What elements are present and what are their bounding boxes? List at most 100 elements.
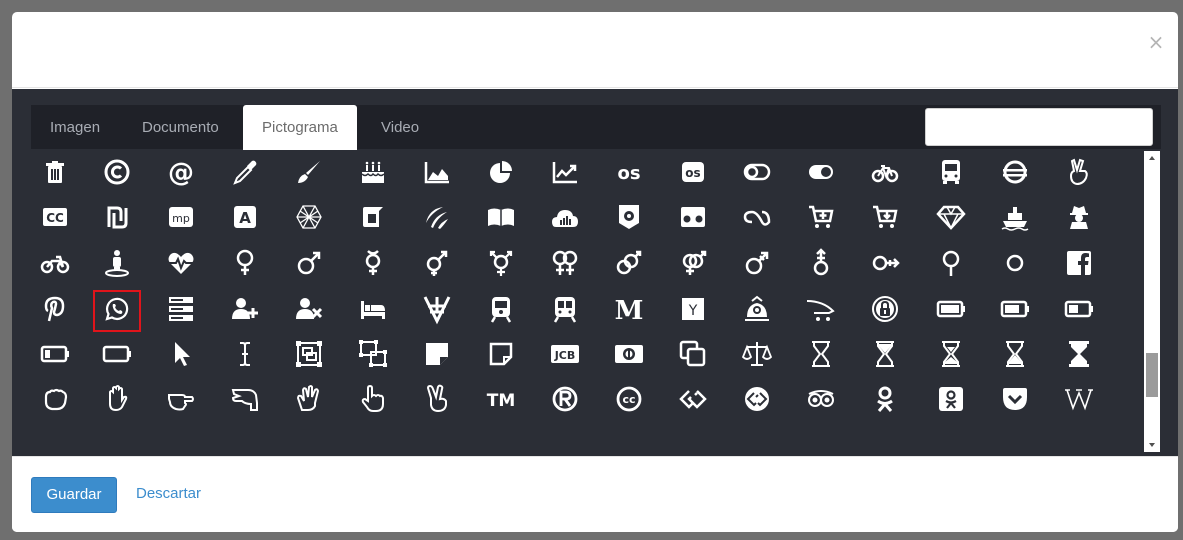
icon-option-pinterest-p[interactable] bbox=[29, 288, 81, 334]
icon-option-i-cursor[interactable] bbox=[219, 333, 271, 379]
icon-option-bed[interactable] bbox=[347, 288, 399, 334]
icon-option-medium[interactable]: M bbox=[603, 288, 655, 334]
icon-option-clone[interactable] bbox=[667, 333, 719, 379]
icon-option-meanpath[interactable]: mp bbox=[155, 196, 207, 242]
tab-documento[interactable]: Documento bbox=[123, 105, 238, 149]
icon-option-viacoin[interactable] bbox=[411, 288, 463, 334]
icon-option-opencart[interactable] bbox=[795, 288, 847, 334]
icon-option-gg-circle[interactable] bbox=[731, 378, 783, 424]
icon-option-forumbee[interactable] bbox=[411, 196, 463, 242]
icon-option-y-combinator[interactable]: Y bbox=[667, 288, 719, 334]
icon-option-subway[interactable] bbox=[539, 288, 591, 334]
icon-option-hand-paper[interactable] bbox=[91, 378, 143, 424]
icon-option-mars-stroke-v[interactable] bbox=[795, 242, 847, 288]
icon-grid-scrollbar[interactable] bbox=[1144, 151, 1160, 452]
icon-option-battery-full[interactable] bbox=[925, 288, 977, 334]
icon-option-hourglass-o[interactable] bbox=[795, 333, 847, 379]
icon-option-pie-chart[interactable] bbox=[475, 151, 527, 197]
icon-option-expeditedssl[interactable] bbox=[859, 288, 911, 334]
icon-option-whatsapp[interactable] bbox=[91, 288, 143, 334]
icon-option-dashcube[interactable] bbox=[347, 196, 399, 242]
icon-option-hourglass[interactable] bbox=[1053, 333, 1105, 379]
icon-option-lastfm-square[interactable]: os bbox=[667, 151, 719, 197]
icon-option-mars-stroke-h[interactable] bbox=[859, 242, 911, 288]
icon-option-ioxhost[interactable] bbox=[989, 151, 1041, 197]
icon-option-eyedropper[interactable] bbox=[219, 151, 271, 197]
icon-option-hand-scissors[interactable] bbox=[155, 378, 207, 424]
icon-option-object-ungroup[interactable] bbox=[347, 333, 399, 379]
tab-pictograma[interactable]: Pictograma bbox=[243, 105, 357, 150]
icon-option-simplybuilt[interactable] bbox=[667, 196, 719, 242]
icon-option-leanpub[interactable] bbox=[475, 196, 527, 242]
icon-option-object-group[interactable] bbox=[283, 333, 335, 379]
icon-option-venus-mars[interactable] bbox=[667, 242, 719, 288]
icon-option-hand-spock[interactable] bbox=[283, 378, 335, 424]
icon-option-bus[interactable] bbox=[925, 151, 977, 197]
icon-option-odnoklassniki-square[interactable] bbox=[925, 378, 977, 424]
icon-option-neuter[interactable] bbox=[925, 242, 977, 288]
icon-option-trash[interactable] bbox=[29, 151, 81, 197]
icon-option-cart-plus[interactable] bbox=[795, 196, 847, 242]
icon-option-sellsy[interactable] bbox=[539, 196, 591, 242]
icon-option-skyatlas[interactable] bbox=[731, 196, 783, 242]
icon-option-get-pocket[interactable] bbox=[989, 378, 1041, 424]
icon-option-venus-double[interactable] bbox=[539, 242, 591, 288]
icon-option-train[interactable] bbox=[475, 288, 527, 334]
icon-option-registered[interactable] bbox=[539, 378, 591, 424]
icon-option-odnoklassniki[interactable] bbox=[859, 378, 911, 424]
icon-option-cc[interactable]: CC bbox=[29, 196, 81, 242]
icon-option-heartbeat[interactable] bbox=[155, 242, 207, 288]
tab-imagen[interactable]: Imagen bbox=[31, 105, 119, 149]
icon-option-hand-peace[interactable] bbox=[411, 378, 463, 424]
icon-option-battery-empty[interactable] bbox=[91, 333, 143, 379]
icon-option-cc-diners-club[interactable] bbox=[603, 333, 655, 379]
tab-video[interactable]: Video bbox=[362, 105, 438, 149]
icon-option-diamond[interactable] bbox=[925, 196, 977, 242]
icon-option-mercury[interactable] bbox=[347, 242, 399, 288]
icon-option-cart-arrow-down[interactable] bbox=[859, 196, 911, 242]
icon-option-battery-half[interactable] bbox=[1053, 288, 1105, 334]
icon-option-street-view[interactable] bbox=[91, 242, 143, 288]
icon-option-at[interactable]: @ bbox=[155, 151, 207, 197]
icon-option-hourglass-half[interactable] bbox=[925, 333, 977, 379]
icon-option-transgender[interactable] bbox=[411, 242, 463, 288]
icon-option-mouse-pointer[interactable] bbox=[155, 333, 207, 379]
icon-option-angellist[interactable] bbox=[1053, 151, 1105, 197]
icon-option-sticky-note[interactable] bbox=[411, 333, 463, 379]
icon-option-mars-stroke[interactable] bbox=[731, 242, 783, 288]
icon-option-transgender-alt[interactable] bbox=[475, 242, 527, 288]
icon-option-cc-jcb[interactable]: JCB bbox=[539, 333, 591, 379]
icon-option-genderless[interactable] bbox=[989, 242, 1041, 288]
icon-option-tripadvisor[interactable] bbox=[795, 378, 847, 424]
icon-option-trademark[interactable]: TM bbox=[475, 378, 527, 424]
icon-option-server[interactable] bbox=[155, 288, 207, 334]
icon-option-gg[interactable] bbox=[667, 378, 719, 424]
icon-option-buysellads[interactable]: A bbox=[219, 196, 271, 242]
icon-option-lastfm[interactable]: os bbox=[603, 151, 655, 197]
icon-option-toggle-on[interactable] bbox=[795, 151, 847, 197]
icon-option-facebook-official[interactable] bbox=[1053, 242, 1105, 288]
icon-option-battery-three-quarters[interactable] bbox=[989, 288, 1041, 334]
icon-option-paint-brush[interactable] bbox=[283, 151, 335, 197]
icon-option-battery-quarter[interactable] bbox=[29, 333, 81, 379]
scroll-up-arrow-icon[interactable] bbox=[1144, 151, 1160, 165]
icon-option-line-chart[interactable] bbox=[539, 151, 591, 197]
icon-option-wikipedia-w[interactable] bbox=[1053, 378, 1105, 424]
icon-option-optin-monster[interactable] bbox=[731, 288, 783, 334]
icon-option-user-plus[interactable] bbox=[219, 288, 271, 334]
save-button[interactable]: Guardar bbox=[31, 477, 117, 513]
icon-option-area-chart[interactable] bbox=[411, 151, 463, 197]
scroll-down-arrow-icon[interactable] bbox=[1144, 438, 1160, 452]
icon-option-balance-scale[interactable] bbox=[731, 333, 783, 379]
icon-option-mars[interactable] bbox=[283, 242, 335, 288]
icon-option-connectdevelop[interactable] bbox=[283, 196, 335, 242]
icon-option-venus[interactable] bbox=[219, 242, 271, 288]
icon-option-hand-lizard[interactable] bbox=[219, 378, 271, 424]
icon-option-mars-double[interactable] bbox=[603, 242, 655, 288]
discard-link[interactable]: Descartar bbox=[136, 477, 201, 513]
icon-option-sticky-note-o[interactable] bbox=[475, 333, 527, 379]
icon-option-copyright[interactable] bbox=[91, 151, 143, 197]
icon-option-ship[interactable] bbox=[989, 196, 1041, 242]
icon-option-toggle-off[interactable] bbox=[731, 151, 783, 197]
icon-option-hourglass-end[interactable] bbox=[989, 333, 1041, 379]
